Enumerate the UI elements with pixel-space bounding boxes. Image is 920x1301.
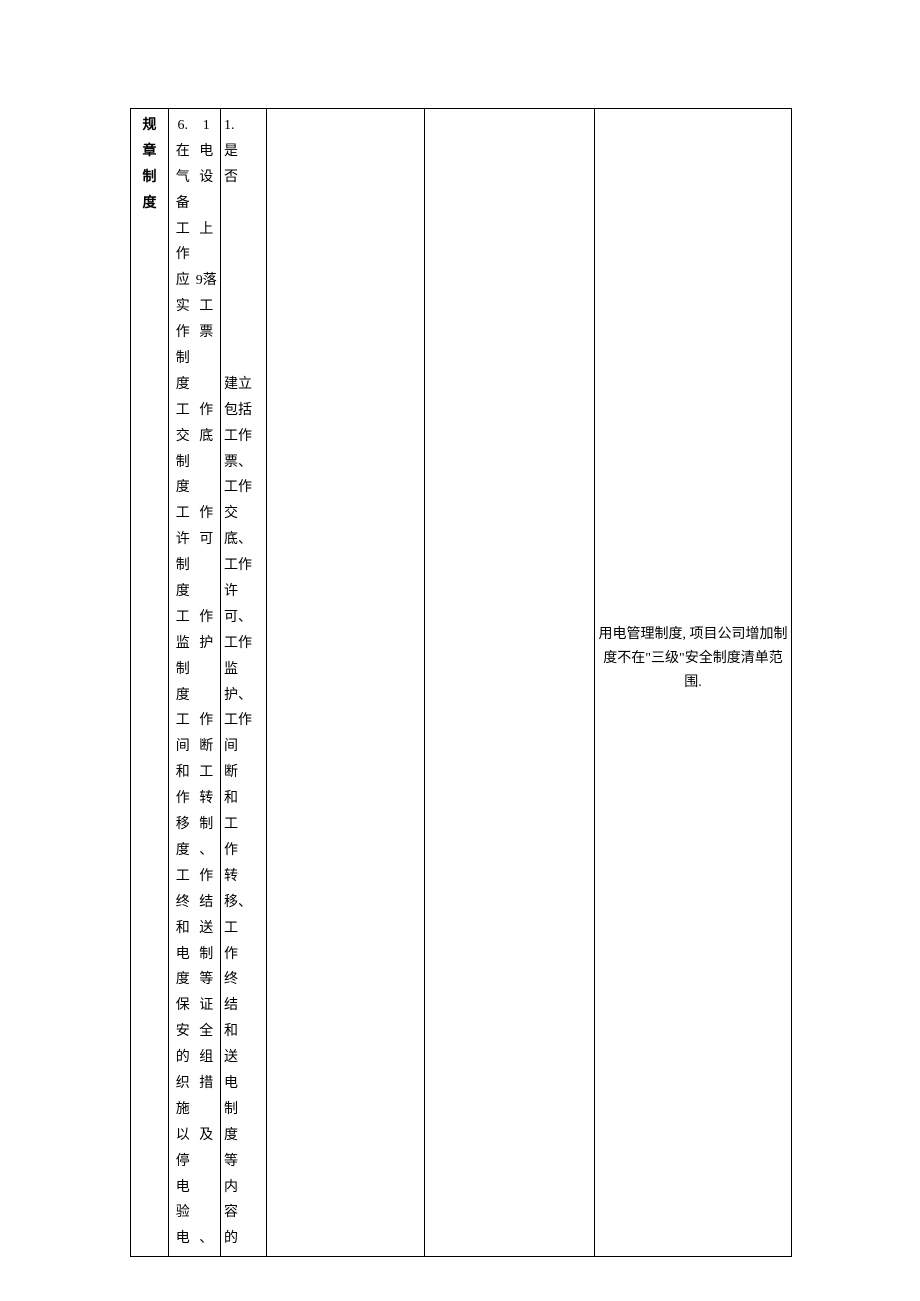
cell-empty-1 xyxy=(267,109,425,1257)
main-table: 规章制度 6.在气备工作应实作制度工交制度工许制度工监制度工间和作移度工终和电度… xyxy=(130,108,792,1257)
clause-text-right: 1电设 上 9落工票 作底 作可 作护 作断工转制、作结送制等证全组措 及 、 xyxy=(195,113,219,1252)
table-row: 规章制度 6.在气备工作应实作制度工交制度工许制度工监制度工间和作移度工终和电度… xyxy=(131,109,792,1257)
cell-remark: 用电管理制度, 项目公司增加制度不在"三级"安全制度清单范围. xyxy=(595,109,792,1257)
criteria-text: 1.是否 建立包括工作票、工作交底、工作许可、工作监护、工作间断和工作转移、工作… xyxy=(223,113,264,1252)
document-page: 规章制度 6.在气备工作应实作制度工交制度工许制度工监制度工间和作移度工终和电度… xyxy=(130,108,791,1193)
cell-empty-2 xyxy=(425,109,595,1257)
cell-clause: 6.在气备工作应实作制度工交制度工许制度工监制度工间和作移度工终和电度保安的织施… xyxy=(169,109,221,1257)
cell-category: 规章制度 xyxy=(131,109,169,1257)
clause-text-left: 6.在气备工作应实作制度工交制度工许制度工监制度工间和作移度工终和电度保安的织施… xyxy=(171,113,195,1252)
remark-text: 用电管理制度, 项目公司增加制度不在"三级"安全制度清单范围. xyxy=(597,113,789,694)
category-label: 规章制度 xyxy=(133,113,166,217)
cell-criteria: 1.是否 建立包括工作票、工作交底、工作许可、工作监护、工作间断和工作转移、工作… xyxy=(221,109,267,1257)
